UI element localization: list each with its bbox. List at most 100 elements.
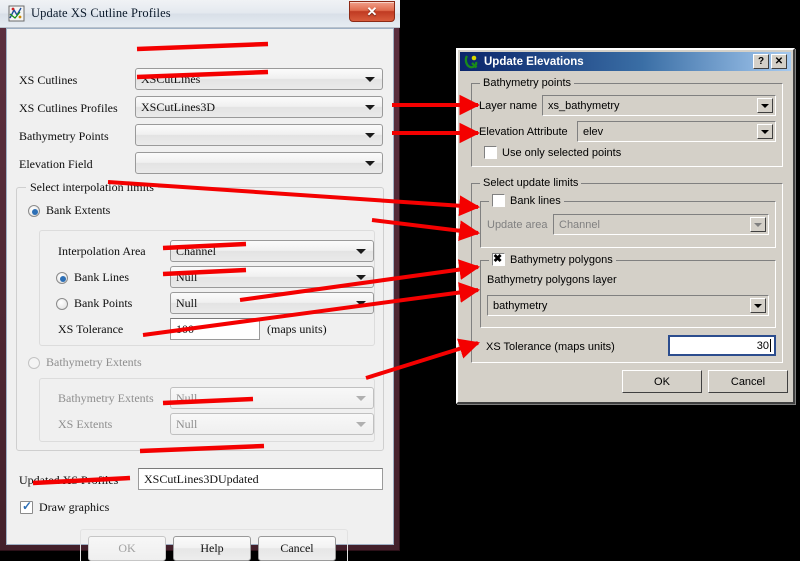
radio-dot-icon: [28, 204, 40, 217]
bathymetry-polygons-subgroup: Bathymetry polygons Bathymetry polygons …: [480, 253, 776, 328]
radio-bank-points-label: Bank Points: [74, 296, 133, 310]
bathymetry-extents-value: Null: [176, 390, 198, 405]
right-dialog-titlebar: Update Elevations ? ✕: [460, 52, 791, 71]
bathymetry-points-group-title: Bathymetry points: [480, 77, 575, 89]
elevation-field-combo[interactable]: [135, 152, 383, 174]
chevron-down-icon: [356, 422, 366, 427]
right-xs-tolerance-label: XS Tolerance (maps units): [486, 341, 615, 353]
xs-tolerance-input[interactable]: 100: [170, 318, 260, 340]
close-titlebar-button[interactable]: ✕: [771, 54, 787, 69]
bank-lines-combo[interactable]: Null: [170, 266, 374, 288]
updated-xs-profiles-label: Updated XS Profiles: [19, 473, 119, 487]
updated-xs-profiles-input[interactable]: XSCutLines3DUpdated: [138, 468, 383, 490]
chevron-down-icon: [356, 396, 366, 401]
chevron-down-icon: [356, 249, 366, 254]
bank-lines-value: Null: [176, 269, 198, 284]
bathymetry-extents-combo[interactable]: Null: [170, 387, 374, 409]
xs-cutlines-label: XS Cutlines: [19, 73, 78, 87]
layer-name-label: Layer name: [479, 100, 538, 112]
chevron-down-icon: [365, 105, 375, 110]
xs-extents-combo[interactable]: Null: [170, 413, 374, 435]
bathymetry-polygons-layer-value: bathymetry: [493, 299, 548, 312]
checkbox-draw-graphics[interactable]: Draw graphics: [20, 499, 110, 515]
select-interpolation-limits-title: Select interpolation limits: [26, 180, 158, 195]
radio-bathymetry-extents[interactable]: Bathymetry Extents: [28, 355, 142, 370]
help-titlebar-button[interactable]: ?: [753, 54, 769, 69]
bathymetry-extents-label: Bathymetry Extents: [58, 391, 154, 405]
chevron-down-icon: [356, 301, 366, 306]
qgis-icon: [464, 54, 479, 69]
xs-tolerance-label: XS Tolerance: [58, 322, 124, 336]
xs-extents-label: XS Extents: [58, 417, 113, 431]
right-cancel-button[interactable]: Cancel: [708, 370, 788, 393]
bathymetry-points-combo[interactable]: [135, 124, 383, 146]
radio-bank-lines[interactable]: Bank Lines: [56, 270, 129, 285]
xs-cutlines-combo[interactable]: XSCutLines: [135, 68, 383, 90]
left-window-titlebar: Update XS Cutline Profiles ✕: [0, 0, 400, 28]
layer-name-value: xs_bathymetry: [548, 99, 620, 112]
bank-points-combo[interactable]: Null: [170, 292, 374, 314]
select-update-limits-group: Select update limits Bank lines Update a…: [471, 177, 783, 363]
bathymetry-polygons-label: Bathymetry polygons: [510, 253, 613, 266]
screenshot-root: Update XS Cutline Profiles ✕ XS Cutlines…: [0, 0, 800, 561]
left-window-client-area: XS Cutlines XSCutLines XS Cutlines Profi…: [6, 28, 394, 561]
bank-lines-label: Bank lines: [510, 194, 561, 207]
update-area-combo[interactable]: Channel: [553, 214, 769, 235]
help-button[interactable]: Help: [173, 536, 251, 561]
left-dialog-button-bar: OK Help Cancel: [80, 529, 348, 561]
checkbox-icon: [492, 194, 505, 207]
updated-xs-profiles-value: XSCutLines3DUpdated: [144, 471, 259, 486]
chevron-down-icon: [365, 133, 375, 138]
bank-points-value: Null: [176, 295, 198, 310]
xs-cutlines-profiles-combo[interactable]: XSCutLines3D: [135, 96, 383, 118]
left-window-title: Update XS Cutline Profiles: [31, 6, 171, 20]
checkbox-use-only-selected-points[interactable]: Use only selected points: [484, 146, 621, 159]
elevation-attribute-combo[interactable]: elev: [577, 121, 776, 142]
interpolation-area-combo[interactable]: Channel: [170, 240, 374, 262]
xs-cutlines-profiles-value: XSCutLines3D: [141, 99, 216, 114]
chevron-down-icon[interactable]: [750, 217, 766, 232]
chevron-down-icon[interactable]: [750, 298, 766, 313]
bathymetry-polygons-layer-combo[interactable]: bathymetry: [487, 295, 769, 316]
update-elevations-dialog: Update Elevations ? ✕ Bathymetry points …: [456, 48, 795, 404]
elevation-attribute-value: elev: [583, 125, 604, 138]
update-xs-cutline-profiles-window: Update XS Cutline Profiles ✕ XS Cutlines…: [0, 0, 400, 561]
chevron-down-icon[interactable]: [757, 98, 773, 113]
layer-name-combo[interactable]: xs_bathymetry: [542, 95, 776, 116]
chevron-down-icon[interactable]: [757, 124, 773, 139]
ok-button[interactable]: OK: [88, 536, 166, 561]
checkbox-icon: [20, 499, 33, 514]
xs-cutline-icon: [8, 5, 25, 22]
bathymetry-points-label: Bathymetry Points: [19, 129, 109, 143]
draw-graphics-label: Draw graphics: [39, 500, 110, 514]
update-area-label: Update area: [487, 219, 548, 231]
right-xs-tolerance-value: 30: [756, 339, 769, 352]
radio-bathymetry-extents-label: Bathymetry Extents: [46, 355, 142, 369]
elevation-field-label: Elevation Field: [19, 157, 93, 171]
xs-extents-value: Null: [176, 416, 198, 431]
bathymetry-extents-panel: Bathymetry Extents Null XS Extents Null: [39, 378, 375, 442]
select-interpolation-limits-group: Select interpolation limits Bank Extents…: [16, 180, 384, 451]
chevron-down-icon: [356, 275, 366, 280]
xs-cutlines-profiles-label: XS Cutlines Profiles: [19, 101, 118, 115]
radio-dot-icon: [56, 297, 68, 310]
checkbox-icon: [492, 253, 505, 266]
radio-bank-points[interactable]: Bank Points: [56, 296, 132, 311]
interpolation-area-value: Channel: [176, 243, 216, 258]
radio-dot-icon: [28, 356, 40, 369]
interpolation-area-label: Interpolation Area: [58, 244, 146, 258]
right-ok-button[interactable]: OK: [622, 370, 702, 393]
checkbox-bathymetry-polygons[interactable]: Bathymetry polygons: [489, 253, 616, 266]
xs-tolerance-value: 100: [176, 321, 194, 336]
cancel-button[interactable]: Cancel: [258, 536, 336, 561]
checkbox-bank-lines[interactable]: Bank lines: [489, 194, 564, 207]
close-button[interactable]: ✕: [349, 1, 395, 22]
bathymetry-points-group: Bathymetry points Layer name xs_bathymet…: [471, 77, 783, 167]
bank-extents-panel: Interpolation Area Channel Bank Lines Nu…: [39, 230, 375, 346]
radio-bank-lines-label: Bank Lines: [74, 270, 129, 284]
right-xs-tolerance-input[interactable]: 30: [668, 335, 776, 356]
xs-cutlines-value: XSCutLines: [141, 71, 201, 86]
chevron-down-icon: [365, 77, 375, 82]
radio-bank-extents[interactable]: Bank Extents: [28, 203, 110, 218]
elevation-attribute-label: Elevation Attribute: [479, 126, 568, 138]
